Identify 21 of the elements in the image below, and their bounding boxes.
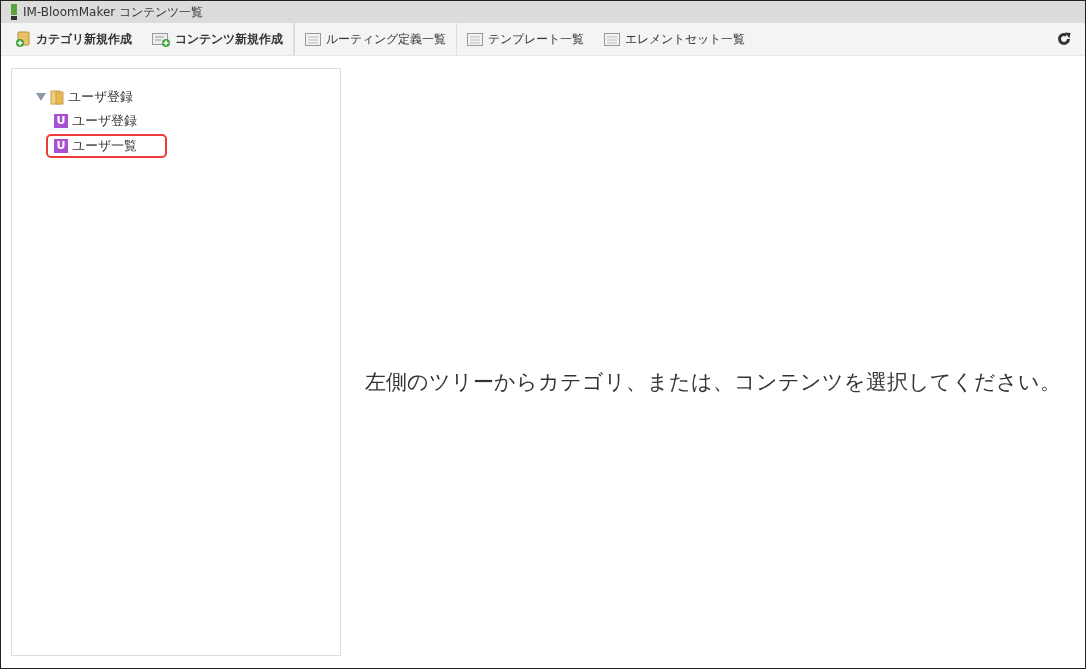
refresh-icon — [1057, 32, 1071, 46]
list-icon — [604, 32, 620, 46]
expanded-arrow-icon[interactable] — [36, 92, 46, 103]
app-icon — [11, 4, 17, 20]
document-add-icon — [152, 31, 170, 47]
window-title: IM-BloomMaker コンテンツ一覧 — [23, 4, 204, 21]
content-icon: U — [54, 114, 68, 129]
tree-item[interactable]: U ユーザ一覧 — [46, 133, 167, 158]
toolbar-button[interactable]: ルーティング定義一覧 — [294, 23, 457, 55]
placeholder-message: 左側のツリーからカテゴリ、または、コンテンツを選択してください。 — [364, 368, 1062, 396]
toolbar-button[interactable]: テンプレート一覧 — [457, 23, 594, 55]
content-icon: U — [54, 138, 68, 153]
toolbar-button[interactable]: カテゴリ新規作成 — [5, 23, 142, 55]
tree-item[interactable]: U ユーザ登録 — [46, 109, 167, 134]
folder-icon — [50, 89, 64, 105]
list-icon — [467, 32, 483, 46]
folder-add-icon — [15, 31, 31, 47]
list-icon — [305, 32, 321, 46]
tree-item[interactable]: ユーザ登録 — [28, 85, 163, 110]
toolbar-button[interactable]: コンテンツ新規作成 — [142, 23, 294, 55]
toolbar-button[interactable]: エレメントセット一覧 — [594, 23, 755, 55]
